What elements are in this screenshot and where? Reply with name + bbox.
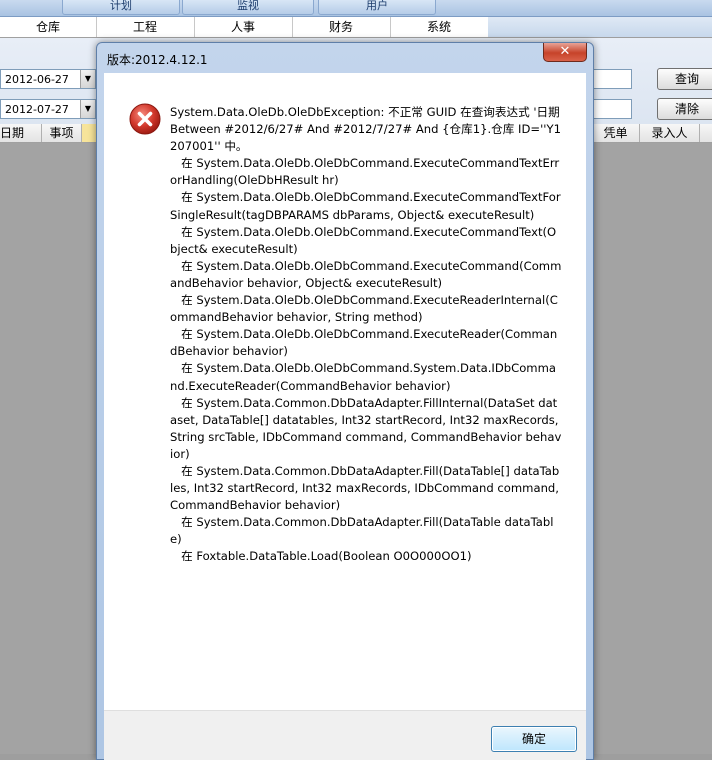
dialog-footer: 确定 <box>104 710 586 760</box>
query-button[interactable]: 查询 <box>657 68 712 90</box>
menu-finance[interactable]: 财务 <box>292 17 391 37</box>
dropdown-arrow-icon[interactable]: ▼ <box>80 70 95 88</box>
message-line: 在 System.Data.OleDb.OleDbCommand.Execute… <box>170 224 557 256</box>
column-header-voucher[interactable]: 凭单 <box>592 124 640 142</box>
ok-button[interactable]: 确定 <box>491 726 577 752</box>
menu-project[interactable]: 工程 <box>96 17 195 37</box>
start-date-combo[interactable]: 2012-06-27 ▼ <box>0 69 96 89</box>
top-tab-strip: 计划 监视 用户 <box>0 0 712 17</box>
end-date-combo[interactable]: 2012-07-27 ▼ <box>0 99 96 119</box>
dropdown-arrow-icon[interactable]: ▼ <box>80 100 95 118</box>
filter-input[interactable] <box>592 69 632 89</box>
menu-bar: 仓库 工程 人事 财务 系统 <box>0 17 489 38</box>
tab-user[interactable]: 用户 <box>318 0 436 15</box>
message-line: 在 System.Data.Common.DbDataAdapter.Fill(… <box>170 515 554 547</box>
menu-system[interactable]: 系统 <box>390 17 489 37</box>
end-date-value: 2012-07-27 <box>5 103 69 116</box>
message-line: 在 System.Data.OleDb.OleDbCommand.Execute… <box>170 293 558 325</box>
message-line: 在 System.Data.OleDb.OleDbCommand.Execute… <box>170 258 562 290</box>
dialog-title: 版本:2012.4.12.1 <box>107 53 208 67</box>
message-line: System.Data.OleDb.OleDbException: 不正常 GU… <box>170 105 564 154</box>
message-line: 在 System.Data.Common.DbDataAdapter.FillI… <box>170 395 563 461</box>
clear-button[interactable]: 清除 <box>657 98 712 120</box>
message-line: 在 System.Data.OleDb.OleDbCommand.System.… <box>170 361 556 393</box>
message-line: 在 System.Data.Common.DbDataAdapter.Fill(… <box>170 463 563 513</box>
menu-warehouse[interactable]: 仓库 <box>0 17 97 37</box>
menu-bar-filler <box>488 17 712 37</box>
close-button[interactable]: ✕ <box>543 43 587 62</box>
error-icon <box>129 103 161 135</box>
menu-personnel[interactable]: 人事 <box>194 17 293 37</box>
column-header-item[interactable]: 事项 <box>42 124 82 142</box>
error-dialog: 版本:2012.4.12.1 ✕ System.Data.OleDb.OleDb… <box>96 42 594 760</box>
close-icon: ✕ <box>559 44 571 59</box>
message-line: 在 Foxtable.DataTable.Load(Boolean O0O000… <box>170 549 472 564</box>
error-message: System.Data.OleDb.OleDbException: 不正常 GU… <box>170 104 562 566</box>
tab-plan[interactable]: 计划 <box>62 0 180 15</box>
filter-input-2[interactable] <box>592 99 632 119</box>
start-date-value: 2012-06-27 <box>5 73 69 86</box>
tab-monitor[interactable]: 监视 <box>182 0 314 15</box>
message-line: 在 System.Data.OleDb.OleDbCommand.Execute… <box>170 156 560 188</box>
column-header-date[interactable]: 日期 <box>0 124 42 142</box>
message-line: 在 System.Data.OleDb.OleDbCommand.Execute… <box>170 327 558 359</box>
column-header-entered-by[interactable]: 录入人 <box>640 124 700 142</box>
dialog-content: System.Data.OleDb.OleDbException: 不正常 GU… <box>104 73 586 710</box>
message-line: 在 System.Data.OleDb.OleDbCommand.Execute… <box>170 190 561 222</box>
